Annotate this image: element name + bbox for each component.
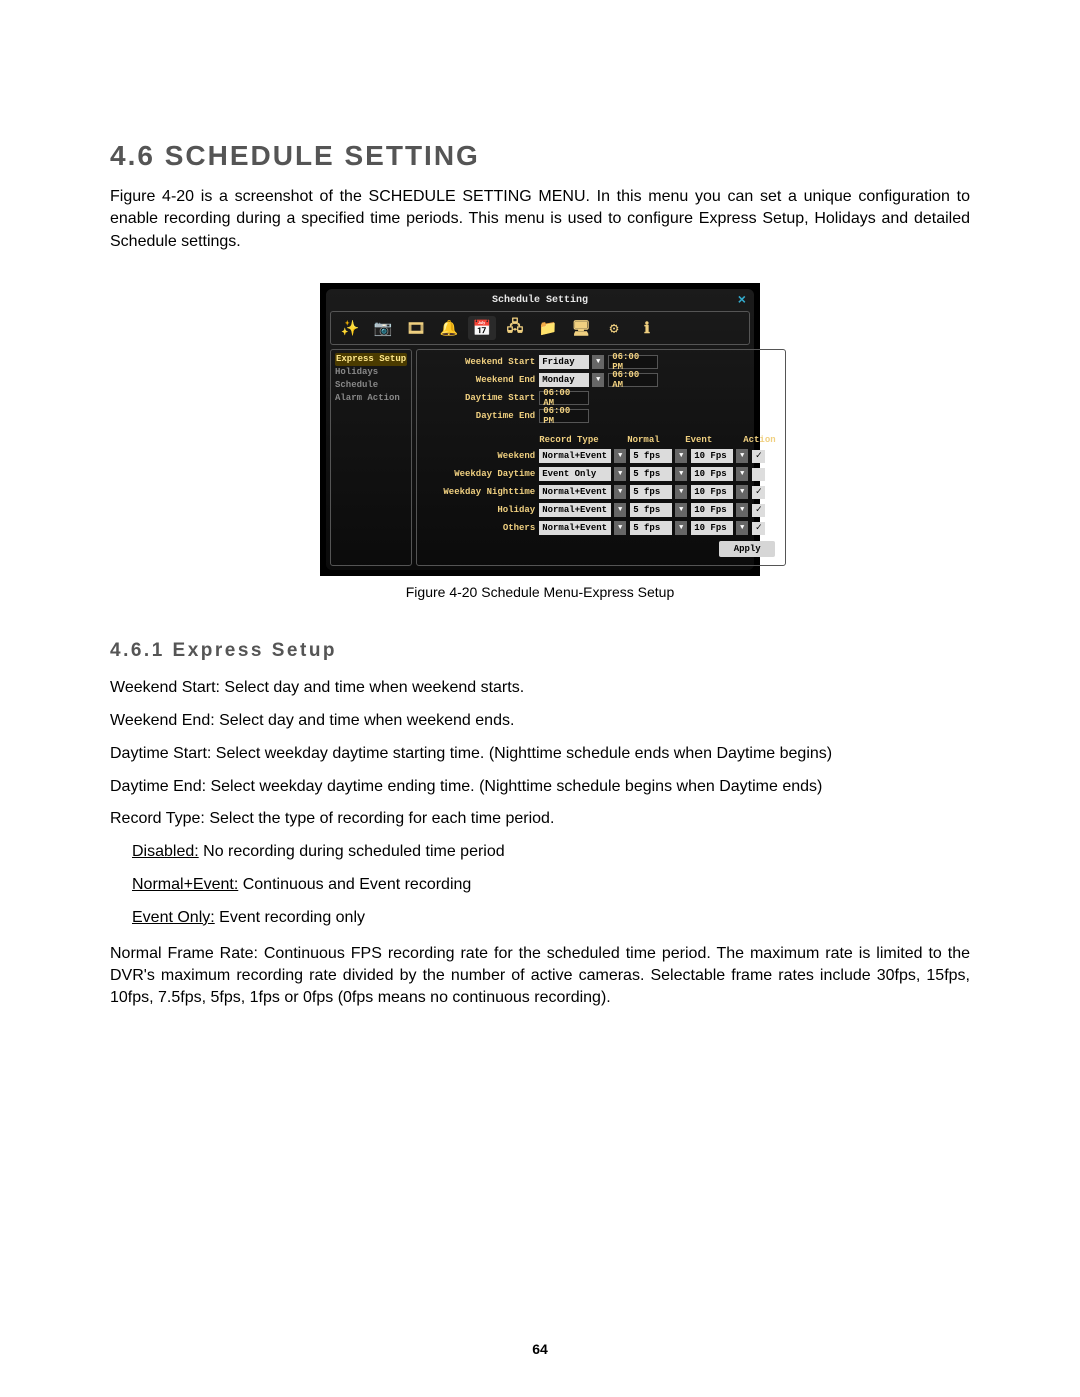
chevron-down-icon[interactable]: ▼ (675, 521, 687, 535)
desc-weekend-end: Weekend End: Select day and time when we… (110, 707, 970, 736)
sidebar-item-holidays[interactable]: Holidays (335, 366, 407, 379)
intro-paragraph: Figure 4-20 is a screenshot of the SCHED… (110, 186, 970, 253)
figure-caption: Figure 4-20 Schedule Menu-Express Setup (110, 584, 970, 600)
weekend-start-time[interactable]: 06:00 PM (608, 355, 658, 369)
mouse-cursor-icon: ➤ (306, 456, 320, 475)
normal-fps-select[interactable]: 5 fps (630, 503, 672, 517)
record-type-select[interactable]: Event Only (539, 467, 611, 481)
chevron-down-icon[interactable]: ▼ (675, 467, 687, 481)
window-titlebar: Schedule Setting × (330, 293, 750, 311)
window-title: Schedule Setting (492, 295, 588, 306)
normal-fps-select[interactable]: 5 fps (630, 521, 672, 535)
action-checkbox[interactable] (752, 468, 765, 481)
event-fps-select[interactable]: 10 Fps (691, 503, 733, 517)
top-toolbar: ✨📷🎞🔔📅🖧📁🖥⚙ℹ (330, 311, 750, 345)
chevron-down-icon[interactable]: ▼ (592, 373, 604, 387)
record-row: Weekday NighttimeNormal+Event▼5 fps▼10 F… (423, 485, 779, 499)
record-row: OthersNormal+Event▼5 fps▼10 Fps▼✓ (423, 521, 779, 535)
toolbar-icon-1[interactable]: 📷 (369, 316, 397, 340)
label-weekend-end: Weekend End (423, 375, 535, 385)
toolbar-icon-7[interactable]: 🖥 (567, 316, 595, 340)
sidebar-item-express-setup[interactable]: Express Setup (335, 353, 407, 366)
action-checkbox[interactable]: ✓ (752, 522, 765, 535)
chevron-down-icon[interactable]: ▼ (675, 449, 687, 463)
desc-event-only: Event Only: Event recording only (132, 904, 970, 933)
weekend-end-time[interactable]: 06:00 AM (608, 373, 658, 387)
desc-disabled: Disabled: No recording during scheduled … (132, 838, 970, 867)
event-fps-select[interactable]: 10 Fps (691, 485, 733, 499)
chevron-down-icon[interactable]: ▼ (736, 521, 748, 535)
record-type-select[interactable]: Normal+Event (539, 485, 611, 499)
record-row: Weekday DaytimeEvent Only▼5 fps▼10 Fps▼ (423, 467, 779, 481)
chevron-down-icon[interactable]: ▼ (614, 449, 626, 463)
label-weekend-start: Weekend Start (423, 357, 535, 367)
page-number: 64 (0, 1341, 1080, 1357)
daytime-end-time[interactable]: 06:00 PM (539, 409, 589, 423)
desc-daytime-end: Daytime End: Select weekday daytime endi… (110, 773, 970, 802)
chevron-down-icon[interactable]: ▼ (592, 355, 604, 369)
record-type-select[interactable]: Normal+Event (539, 521, 611, 535)
desc-daytime-start: Daytime Start: Select weekday daytime st… (110, 740, 970, 769)
toolbar-icon-4[interactable]: 📅 (468, 316, 496, 340)
desc-normal-event: Normal+Event: Continuous and Event recor… (132, 871, 970, 900)
row-label: Others (423, 523, 535, 533)
chevron-down-icon[interactable]: ▼ (736, 503, 748, 517)
toolbar-icon-8[interactable]: ⚙ (600, 316, 628, 340)
weekend-end-day-select[interactable]: Monday (539, 373, 589, 387)
row-label: Holiday (423, 505, 535, 515)
chevron-down-icon[interactable]: ▼ (736, 449, 748, 463)
main-panel: Weekend Start Friday▼ 06:00 PM Weekend E… (416, 349, 786, 566)
desc-weekend-start: Weekend Start: Select day and time when … (110, 674, 970, 703)
label-daytime-start: Daytime Start (423, 393, 535, 403)
chevron-down-icon[interactable]: ▼ (614, 521, 626, 535)
chevron-down-icon[interactable]: ▼ (736, 485, 748, 499)
toolbar-icon-2[interactable]: 🎞 (402, 316, 430, 340)
desc-record-type: Record Type: Select the type of recordin… (110, 805, 970, 834)
action-checkbox[interactable]: ✓ (752, 450, 765, 463)
record-table-headers: Record Type Normal Event Action (423, 435, 779, 445)
record-row: WeekendNormal+Event▼5 fps▼10 Fps▼✓ (423, 449, 779, 463)
action-checkbox[interactable]: ✓ (752, 504, 765, 517)
close-icon[interactable]: × (738, 293, 746, 309)
sidebar-item-schedule[interactable]: Schedule (335, 379, 407, 392)
chevron-down-icon[interactable]: ▼ (736, 467, 748, 481)
heading-express-setup: 4.6.1 Express Setup (110, 640, 970, 662)
chevron-down-icon[interactable]: ▼ (675, 503, 687, 517)
daytime-start-time[interactable]: 06:00 AM (539, 391, 589, 405)
figure-screenshot: ➤ Schedule Setting × ✨📷🎞🔔📅🖧📁🖥⚙ℹ Express … (320, 283, 760, 576)
toolbar-icon-5[interactable]: 🖧 (501, 316, 529, 340)
chevron-down-icon[interactable]: ▼ (614, 467, 626, 481)
record-type-select[interactable]: Normal+Event (539, 503, 611, 517)
toolbar-icon-3[interactable]: 🔔 (435, 316, 463, 340)
normal-fps-select[interactable]: 5 fps (630, 449, 672, 463)
chevron-down-icon[interactable]: ▼ (614, 485, 626, 499)
chevron-down-icon[interactable]: ▼ (614, 503, 626, 517)
record-type-select[interactable]: Normal+Event (539, 449, 611, 463)
desc-normal-frame-rate: Normal Frame Rate: Continuous FPS record… (110, 943, 970, 1010)
event-fps-select[interactable]: 10 Fps (691, 521, 733, 535)
record-row: HolidayNormal+Event▼5 fps▼10 Fps▼✓ (423, 503, 779, 517)
event-fps-select[interactable]: 10 Fps (691, 449, 733, 463)
apply-button[interactable]: Apply (719, 541, 775, 557)
row-label: Weekend (423, 451, 535, 461)
normal-fps-select[interactable]: 5 fps (630, 467, 672, 481)
toolbar-icon-9[interactable]: ℹ (633, 316, 661, 340)
row-label: Weekday Daytime (423, 469, 535, 479)
action-checkbox[interactable]: ✓ (752, 486, 765, 499)
toolbar-icon-0[interactable]: ✨ (336, 316, 364, 340)
sidebar-nav: Express SetupHolidaysScheduleAlarm Actio… (330, 349, 412, 566)
toolbar-icon-6[interactable]: 📁 (534, 316, 562, 340)
row-label: Weekday Nighttime (423, 487, 535, 497)
heading-schedule-setting: 4.6 SCHEDULE SETTING (110, 140, 970, 172)
event-fps-select[interactable]: 10 Fps (691, 467, 733, 481)
normal-fps-select[interactable]: 5 fps (630, 485, 672, 499)
weekend-start-day-select[interactable]: Friday (539, 355, 589, 369)
label-daytime-end: Daytime End (423, 411, 535, 421)
sidebar-item-alarm-action[interactable]: Alarm Action (335, 392, 407, 405)
chevron-down-icon[interactable]: ▼ (675, 485, 687, 499)
